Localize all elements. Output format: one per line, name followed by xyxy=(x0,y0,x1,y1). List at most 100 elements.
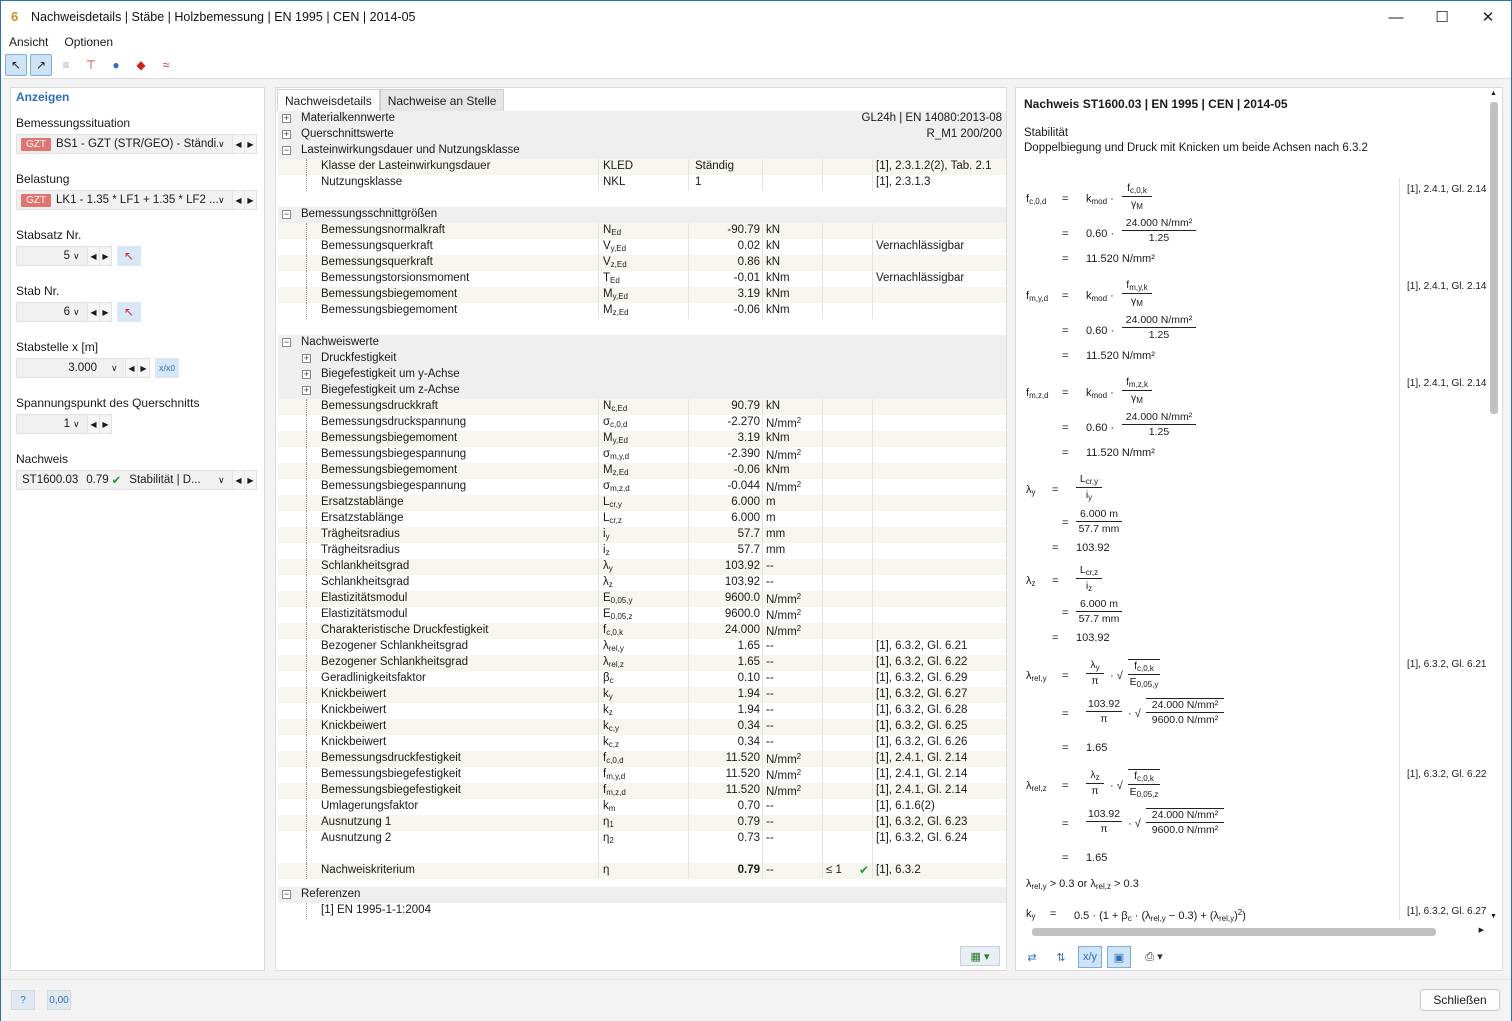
select-member-icon[interactable]: ↖ xyxy=(5,53,27,76)
refresh-icon[interactable]: ⇄ xyxy=(1020,946,1044,968)
formula-equals: = xyxy=(1062,193,1069,205)
prev-arrow-icon[interactable]: ◀ xyxy=(87,247,99,265)
nachweis-ratio: 0.79 xyxy=(86,474,109,486)
stabsatz-select[interactable]: 5 ∨ ◀ ▶ xyxy=(16,246,112,266)
tree-guide-line xyxy=(306,607,307,623)
member-icon[interactable]: ⊤ xyxy=(80,54,102,76)
minimize-button[interactable]: — xyxy=(1373,1,1419,33)
prev-arrow-icon[interactable]: ◀ xyxy=(232,191,244,209)
scroll-right-icon[interactable]: ▶ xyxy=(1479,926,1484,934)
tree-guide-line xyxy=(306,543,307,559)
expand-collapse-icon[interactable]: − xyxy=(282,338,291,347)
next-arrow-icon[interactable]: ▶ xyxy=(244,191,256,209)
stab-select[interactable]: 6 ∨ ◀ ▶ xyxy=(16,302,112,322)
help-icon[interactable]: ? xyxy=(11,990,35,1010)
expand-collapse-icon[interactable]: − xyxy=(282,146,291,155)
vertical-scrollbar[interactable]: ▲ ▼ xyxy=(1488,90,1500,920)
prev-arrow-icon[interactable]: ◀ xyxy=(232,471,244,489)
sort-icon[interactable]: ⇅ xyxy=(1049,946,1073,968)
next-arrow-icon[interactable]: ▶ xyxy=(137,359,149,377)
expand-collapse-icon[interactable]: + xyxy=(302,370,311,379)
row-reference: [1], 2.4.1, Gl. 2.14 xyxy=(876,768,968,780)
formula-icon[interactable]: x/y xyxy=(1078,946,1102,968)
decimal-places-button[interactable]: 0,00 xyxy=(47,990,71,1010)
expand-collapse-icon[interactable]: − xyxy=(282,890,291,899)
column-divider xyxy=(872,863,873,879)
column-divider xyxy=(688,783,689,799)
tab-nachweisdetails[interactable]: Nachweisdetails xyxy=(277,89,380,111)
next-arrow-icon[interactable]: ▶ xyxy=(99,303,111,321)
select-location-icon[interactable]: ↗ xyxy=(30,53,52,76)
prev-arrow-icon[interactable]: ◀ xyxy=(125,359,137,377)
column-divider xyxy=(822,639,823,655)
pick-stab-icon[interactable]: ↖ xyxy=(117,302,141,322)
symbol: Mz,Ed xyxy=(603,464,629,477)
info-icon[interactable]: ◆ xyxy=(130,54,152,76)
column-divider xyxy=(598,783,599,799)
spannungspunkt-select[interactable]: 1 ∨ ◀ ▶ xyxy=(16,414,112,434)
formula-value: 0.60 · xyxy=(1086,422,1115,434)
column-divider xyxy=(762,863,763,879)
tree-guide-line xyxy=(306,239,307,255)
column-divider xyxy=(762,719,763,735)
column-divider xyxy=(762,479,763,495)
column-divider xyxy=(688,815,689,831)
column-divider xyxy=(762,831,763,847)
nachweis-select[interactable]: ST1600.03 0.79 ✔ Stabilität | D... ∨ ◀ ▶ xyxy=(16,470,257,490)
frame-icon[interactable]: ▣ xyxy=(1107,946,1131,968)
expand-collapse-icon[interactable]: + xyxy=(282,114,291,123)
expand-collapse-icon[interactable]: + xyxy=(282,130,291,139)
menu-optionen[interactable]: Optionen xyxy=(56,35,121,49)
tab-nachweise-an-stelle[interactable]: Nachweise an Stelle xyxy=(379,89,505,111)
tree-guide-line xyxy=(306,495,307,511)
expand-collapse-icon[interactable]: + xyxy=(302,354,311,363)
close-button[interactable]: Schließen xyxy=(1420,989,1500,1011)
prev-arrow-icon[interactable]: ◀ xyxy=(87,415,99,433)
row-value: -0.06 xyxy=(733,464,760,476)
next-arrow-icon[interactable]: ▶ xyxy=(99,247,111,265)
prev-arrow-icon[interactable]: ◀ xyxy=(87,303,99,321)
diagram-icon[interactable]: ≈ xyxy=(155,54,177,76)
expand-collapse-icon[interactable]: + xyxy=(302,386,311,395)
scrollbar-thumb[interactable] xyxy=(1490,102,1498,414)
row-label: Bemessungsbiegespannung xyxy=(321,480,467,492)
row-label: Bemessungsbiegespannung xyxy=(321,448,467,460)
belastung-select[interactable]: GZT LK1 - 1.35 * LF1 + 1.35 * LF2 ... ∨ … xyxy=(16,190,257,210)
formula-result: 1.65 xyxy=(1086,742,1108,754)
tree-guide-line xyxy=(306,655,307,671)
export-excel-button[interactable]: ▦ ▾ xyxy=(960,946,1000,966)
relative-position-button[interactable]: x/x 0 xyxy=(155,358,179,378)
print-icon[interactable]: ⎙ ▾ xyxy=(1136,946,1172,968)
spacer-row xyxy=(278,847,1006,863)
menu-ansicht[interactable]: Ansicht xyxy=(1,35,56,49)
formula-equals: = xyxy=(1062,670,1069,682)
formula-symbol: λy xyxy=(1026,484,1036,497)
table-row: Knickbeiwert ky 1.94 -- [1], 6.3.2, Gl. 6.27 xyxy=(278,687,1006,703)
stabstelle-select[interactable]: 3.000 ∨ ◀ ▶ xyxy=(16,358,150,378)
bemessungssituation-select[interactable]: GZT BS1 - GZT (STR/GEO) - Ständi... ∨ ◀ … xyxy=(16,134,257,154)
column-divider xyxy=(598,415,599,431)
color-scale-icon[interactable]: ● xyxy=(105,54,127,76)
prev-arrow-icon[interactable]: ◀ xyxy=(232,135,244,153)
scroll-up-icon[interactable]: ▲ xyxy=(1490,90,1497,97)
next-arrow-icon[interactable]: ▶ xyxy=(244,135,256,153)
column-divider xyxy=(872,479,873,495)
formula-fraction: fc,0,k E0,05,z xyxy=(1128,769,1160,799)
symbol: βc xyxy=(603,672,614,685)
row-value: 0.79 xyxy=(737,864,760,876)
next-arrow-icon[interactable]: ▶ xyxy=(99,415,111,433)
unit: kN xyxy=(766,256,781,268)
unit: m xyxy=(766,512,776,524)
column-divider xyxy=(688,415,689,431)
close-window-button[interactable]: ✕ xyxy=(1465,1,1511,33)
pick-stabsatz-icon[interactable]: ↖ xyxy=(117,246,141,266)
scrollbar-thumb[interactable] xyxy=(1032,928,1436,936)
row-value: 1 xyxy=(695,176,702,188)
maximize-button[interactable]: ☐ xyxy=(1419,1,1465,33)
scroll-down-icon[interactable]: ▼ xyxy=(1490,913,1497,920)
column-divider xyxy=(872,703,873,719)
horizontal-scrollbar[interactable]: ▶ xyxy=(1020,926,1484,938)
expand-collapse-icon[interactable]: − xyxy=(282,210,291,219)
list-icon[interactable]: ≡ xyxy=(55,54,77,76)
next-arrow-icon[interactable]: ▶ xyxy=(244,471,256,489)
